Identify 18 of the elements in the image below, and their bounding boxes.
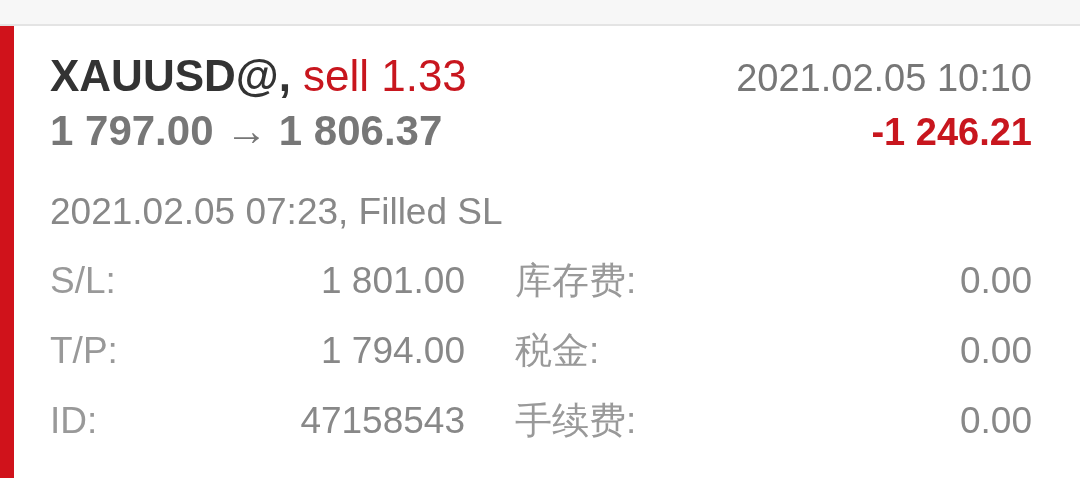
detail-value: 47158543 bbox=[300, 399, 465, 444]
detail-value: 1 801.00 bbox=[320, 259, 465, 304]
fee-value: 0.00 bbox=[960, 329, 1032, 374]
fill-info: 2021.02.05 07:23, Filled SL bbox=[50, 192, 503, 230]
fee-label: 税金: bbox=[515, 329, 600, 374]
detail-label: ID: bbox=[50, 399, 98, 444]
trade-direction: sell 1.33 bbox=[302, 54, 467, 98]
profit: -1 246.21 bbox=[871, 113, 1032, 151]
fee-value: 0.00 bbox=[960, 399, 1032, 444]
detail-label: S/L: bbox=[50, 259, 116, 304]
close-time: 2021.02.05 10:10 bbox=[736, 59, 1032, 97]
symbol: XAUUSD@, bbox=[50, 54, 291, 98]
fee-label: 库存费: bbox=[515, 259, 637, 304]
detail-label: T/P: bbox=[50, 329, 118, 374]
fee-label: 手续费: bbox=[515, 399, 637, 444]
price-range: 1 797.00 → 1 806.37 bbox=[50, 110, 443, 152]
detail-value: 1 794.00 bbox=[320, 329, 465, 374]
fee-value: 0.00 bbox=[960, 259, 1032, 304]
